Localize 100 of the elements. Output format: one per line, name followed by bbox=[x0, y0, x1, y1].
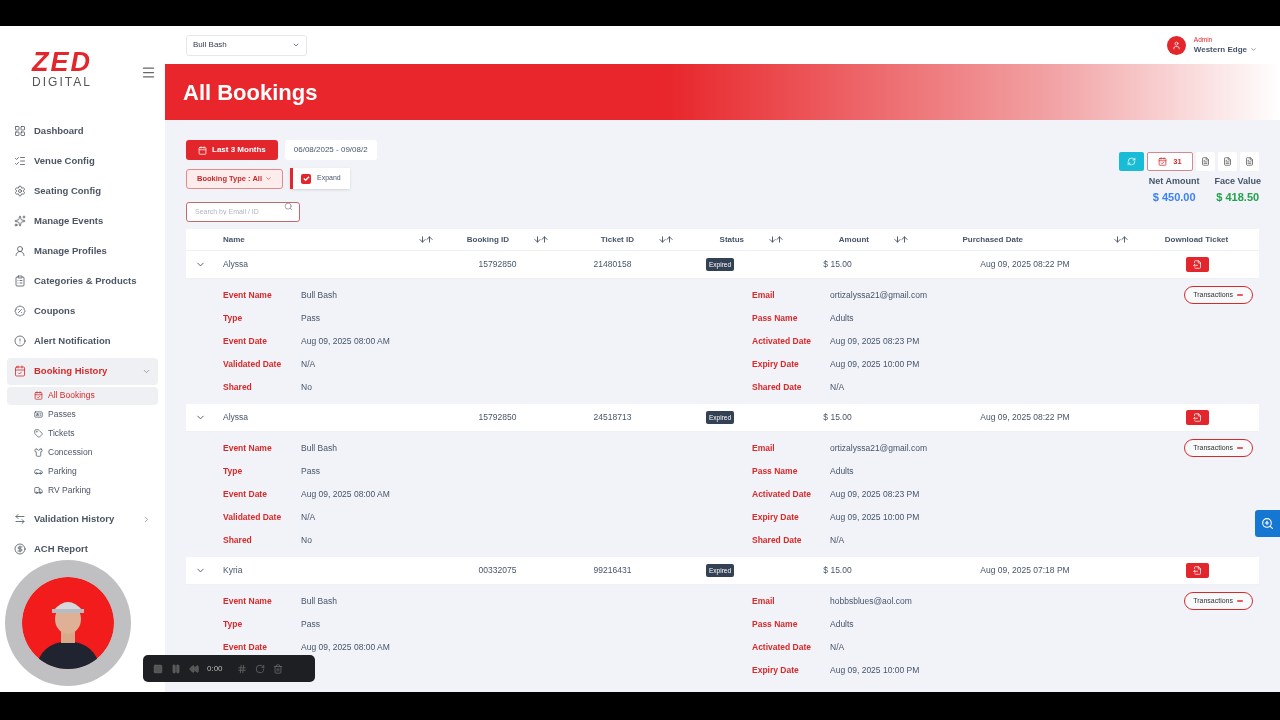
detail-value: ortizalyssa21@gmail.com bbox=[830, 441, 928, 455]
nav-subitem[interactable]: Tickets bbox=[7, 424, 158, 443]
minus-icon bbox=[1236, 444, 1244, 452]
nav-item[interactable]: Venue Config bbox=[7, 147, 158, 175]
nav-item[interactable]: Manage Profiles bbox=[7, 237, 158, 265]
table-cell-text: Aug 09, 2025 08:22 PM bbox=[979, 258, 1071, 271]
file-export-button[interactable] bbox=[1240, 152, 1259, 171]
detail-value: Aug 09, 2025 08:23 PM bbox=[830, 487, 921, 501]
detail-value: N/A bbox=[301, 357, 317, 371]
sort-icon[interactable] bbox=[658, 235, 674, 244]
arrows-icon bbox=[14, 513, 26, 525]
file-export-icon bbox=[1193, 413, 1202, 422]
zoom-button[interactable] bbox=[1255, 510, 1280, 537]
nav-item[interactable]: Manage Events bbox=[7, 207, 158, 235]
download-button[interactable] bbox=[1186, 257, 1209, 272]
detail-label: Event Date bbox=[223, 334, 268, 348]
restart-icon[interactable] bbox=[254, 663, 265, 674]
chevron-right-icon[interactable] bbox=[142, 514, 151, 524]
nav-subitem[interactable]: RV Parking bbox=[7, 481, 158, 500]
detail-value: Adults bbox=[830, 311, 855, 325]
file-icon bbox=[1201, 157, 1210, 166]
user-avatar-icon[interactable] bbox=[1166, 35, 1186, 55]
nav-item[interactable]: Categories & Products bbox=[7, 267, 158, 295]
file-export-icon bbox=[1193, 260, 1202, 269]
nav-subitem[interactable]: Parking bbox=[7, 462, 158, 481]
detail-value: No bbox=[301, 380, 313, 394]
file-export-button[interactable] bbox=[1218, 152, 1237, 171]
nav-item[interactable]: Dashboard bbox=[7, 117, 158, 145]
sparkle-icon bbox=[14, 215, 26, 227]
detail-value: N/A bbox=[830, 380, 846, 394]
detail-value: hobbsblues@aol.com bbox=[830, 594, 913, 608]
nav-item[interactable]: Booking History bbox=[7, 357, 158, 385]
table-cell-text: 21480158 bbox=[592, 258, 633, 271]
detail-value: Aug 09, 2025 10:00 PM bbox=[830, 357, 921, 371]
trash-icon[interactable] bbox=[272, 663, 283, 674]
nav-item[interactable]: ACH Report bbox=[7, 535, 158, 563]
detail-label: Type bbox=[223, 464, 244, 478]
detail-value: Adults bbox=[830, 464, 855, 478]
detail-label: Pass Name bbox=[752, 311, 799, 325]
nav-item[interactable]: Seating Config bbox=[7, 177, 158, 205]
sort-icon[interactable] bbox=[533, 235, 549, 244]
detail-value: Pass bbox=[301, 464, 321, 478]
table-cell-text: 15792850 bbox=[477, 258, 518, 271]
user-menu[interactable]: Western Edge bbox=[1193, 43, 1257, 56]
nav-subitem[interactable]: All Bookings bbox=[7, 386, 158, 405]
download-button[interactable] bbox=[1186, 410, 1209, 425]
nav-item[interactable]: Alert Notification bbox=[7, 327, 158, 355]
sort-icon[interactable] bbox=[1113, 235, 1129, 244]
minus-icon bbox=[1236, 597, 1244, 605]
file-export-icon bbox=[1193, 566, 1202, 575]
detail-label: Email bbox=[752, 594, 776, 608]
nav-subitem[interactable]: Passes bbox=[7, 405, 158, 424]
sort-icon[interactable] bbox=[893, 235, 909, 244]
detail-value: Bull Bash bbox=[301, 288, 338, 302]
column-header: Amount bbox=[838, 233, 869, 246]
detail-label: Event Name bbox=[223, 594, 273, 608]
table-cell-text: Aug 09, 2025 07:18 PM bbox=[979, 564, 1071, 577]
detail-label: Shared bbox=[223, 380, 253, 394]
download-button[interactable] bbox=[1186, 563, 1209, 578]
calendar-icon bbox=[1158, 157, 1168, 166]
date-range-button[interactable]: Last 3 Months bbox=[186, 140, 278, 160]
column-header: Booking ID bbox=[466, 233, 509, 246]
detail-label: Validated Date bbox=[223, 510, 283, 524]
sort-icon[interactable] bbox=[768, 235, 784, 244]
grid-icon[interactable] bbox=[236, 663, 247, 674]
detail-value: N/A bbox=[301, 510, 317, 524]
rewind-icon[interactable] bbox=[189, 663, 199, 674]
menu-icon[interactable] bbox=[141, 65, 156, 80]
column-header: Ticket ID bbox=[600, 233, 634, 246]
stop-icon[interactable] bbox=[153, 663, 163, 674]
sort-icon[interactable] bbox=[418, 235, 434, 244]
detail-value: Pass bbox=[301, 617, 321, 631]
event-select[interactable]: Bull Bash bbox=[186, 34, 307, 56]
nav-item[interactable]: Validation History bbox=[7, 505, 158, 533]
total-value: $ 450.00 bbox=[1152, 189, 1196, 205]
file-icon bbox=[1245, 157, 1254, 166]
nav-item[interactable]: Coupons bbox=[7, 297, 158, 325]
detail-label: Email bbox=[752, 288, 776, 302]
detail-label: Expiry Date bbox=[752, 510, 800, 524]
detail-label: Activated Date bbox=[752, 334, 813, 348]
column-header: Download Ticket bbox=[1164, 233, 1229, 246]
file-export-button[interactable] bbox=[1196, 152, 1215, 171]
detail-value: Aug 09, 2025 08:00 AM bbox=[301, 334, 391, 348]
pause-icon[interactable] bbox=[171, 663, 181, 674]
detail-value: N/A bbox=[830, 533, 846, 547]
date-range-field[interactable]: 06/08/2025 - 09/08/2 bbox=[284, 140, 377, 160]
detail-value: Aug 09, 2025 08:00 AM bbox=[301, 640, 391, 654]
nav-subitem[interactable]: Concession bbox=[7, 443, 158, 462]
grid-icon bbox=[14, 125, 26, 137]
search-icon[interactable] bbox=[284, 202, 293, 211]
dollar-icon bbox=[14, 543, 26, 555]
refresh-button[interactable] bbox=[1119, 152, 1144, 171]
detail-value: Aug 09, 2025 08:00 AM bbox=[301, 487, 391, 501]
detail-label: Shared Date bbox=[752, 533, 803, 547]
expand-checkbox[interactable] bbox=[301, 173, 311, 184]
refresh-icon bbox=[1127, 157, 1136, 166]
table-cell-text: $ 15.00 bbox=[822, 258, 853, 271]
column-header: Purchased Date bbox=[962, 233, 1023, 246]
badge-icon bbox=[14, 305, 26, 317]
detail-label: Pass Name bbox=[752, 617, 799, 631]
